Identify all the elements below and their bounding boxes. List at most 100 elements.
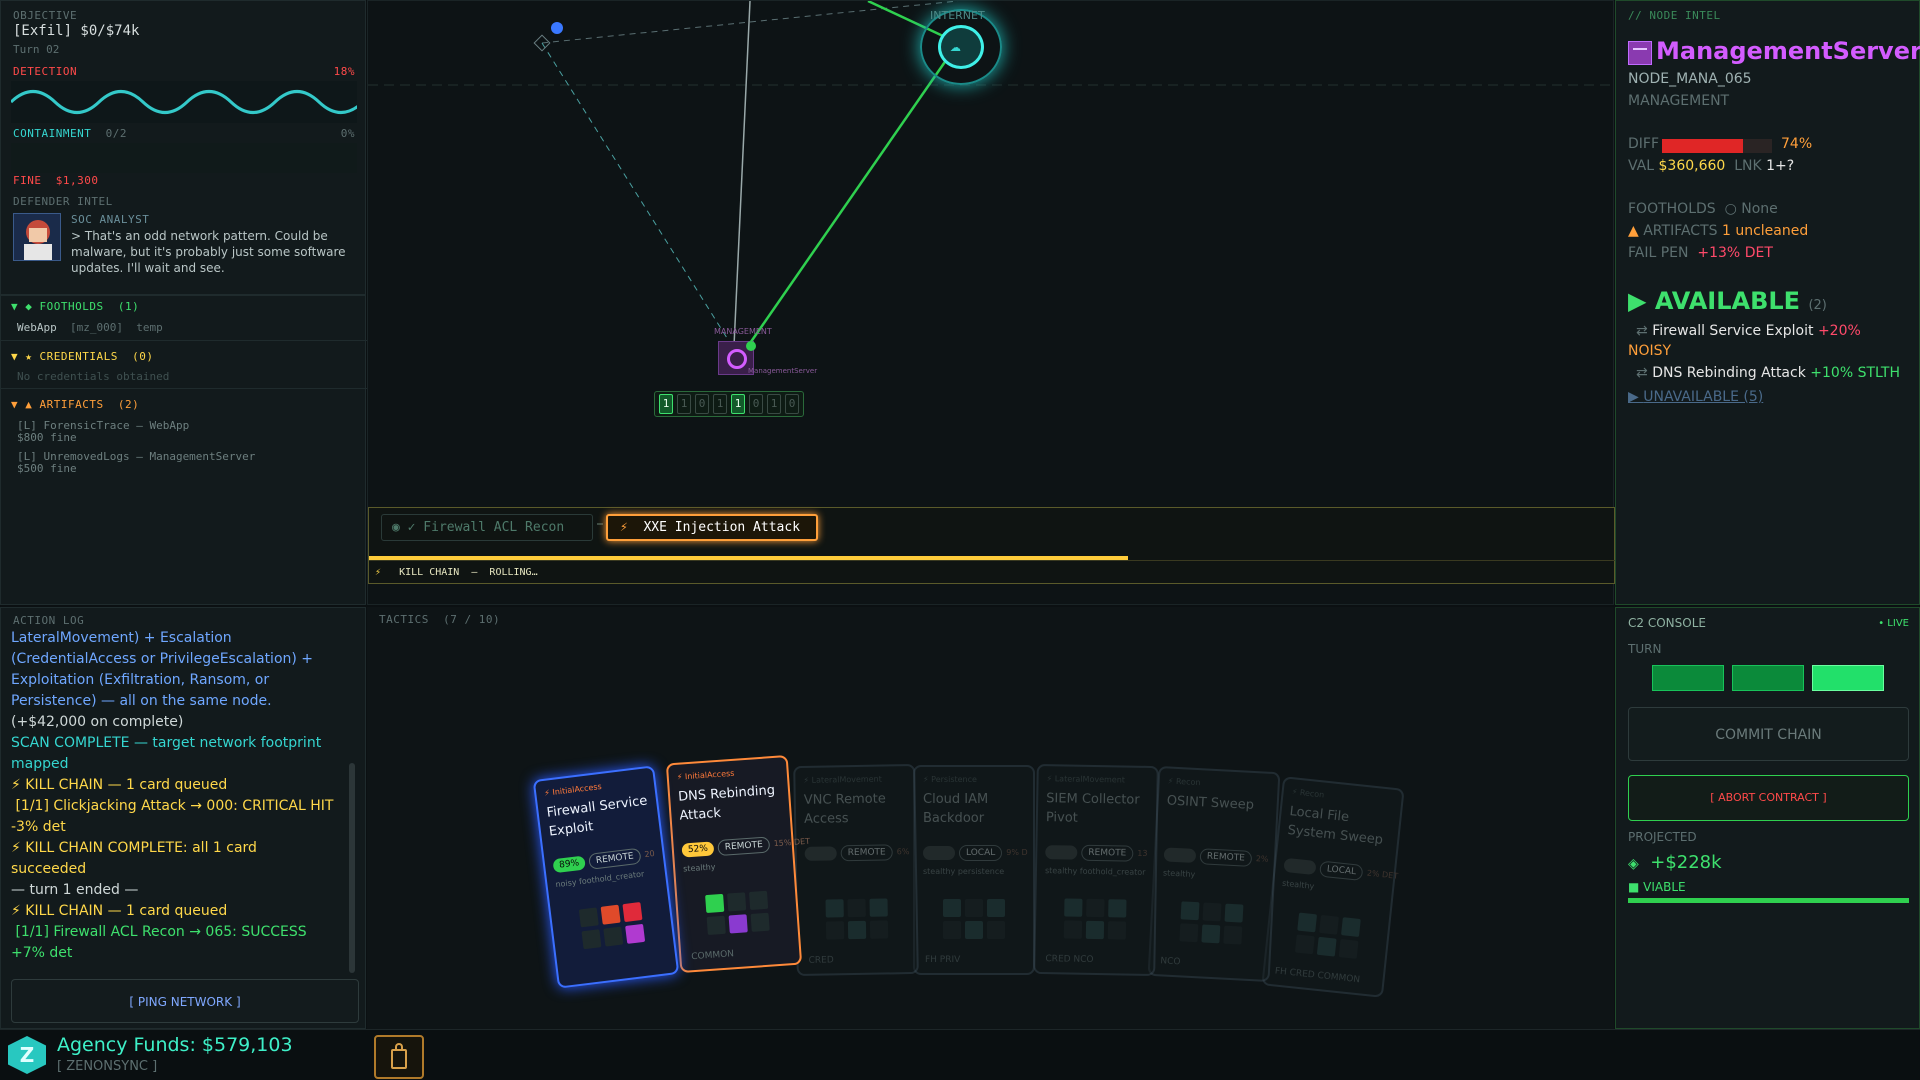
available-header[interactable]: ▶ AVAILABLE (2): [1628, 287, 1827, 315]
foothold-marker-icon: [746, 341, 756, 351]
cipher-bit[interactable]: 1: [659, 394, 673, 414]
agency-name: [ ZENONSYNC ]: [57, 1059, 158, 1074]
log-line: (CredentialAccess or PrivilegeEscalation…: [11, 651, 314, 667]
containment-label: CONTAINMENT 0/2: [13, 127, 127, 140]
lightning-icon: ⚡: [375, 567, 382, 578]
log-line: ⚡ KILL CHAIN — 1 card queued: [11, 903, 228, 919]
action-log-panel: ACTION LOG LateralMovement) + Escalation…: [0, 607, 366, 1029]
cloud-icon: ☁: [950, 35, 961, 56]
live-indicator: • LIVE: [1878, 618, 1909, 629]
unavailable-toggle[interactable]: ▶ UNAVAILABLE (5): [1628, 389, 1763, 405]
agency-funds: Agency Funds: $579,103: [57, 1034, 293, 1056]
log-scrollbar[interactable]: [349, 763, 355, 973]
cipher-bit[interactable]: 1: [731, 394, 745, 414]
viability-bar: [1628, 898, 1909, 903]
network-map[interactable]: ☁ INTERNET MANAGEMENT ManagementServer 1…: [367, 0, 1616, 605]
footholds-header[interactable]: ▼ ◆ FOOTHOLDS (1): [11, 300, 139, 313]
card-mode: REMOTE: [1081, 844, 1134, 862]
internet-label: INTERNET: [930, 9, 985, 22]
card-grid: [705, 890, 770, 935]
inventory-button[interactable]: [374, 1035, 424, 1079]
tactic-card[interactable]: ⚡ LateralMovement VNC Remote Access 00% REM…: [793, 763, 919, 977]
artifacts-header[interactable]: ▼ ▲ ARTIFACTS (2): [11, 398, 139, 411]
soc-analyst-avatar: [13, 213, 61, 261]
success-chance: 89%: [552, 855, 586, 874]
detection-wave: [11, 81, 357, 123]
server-icon: [1628, 41, 1652, 65]
tactic-card[interactable]: ⚡ InitialAccess DNS Rebinding Attack 52% RE…: [665, 755, 810, 973]
diff-bar: [1662, 139, 1772, 153]
cipher-bit[interactable]: 0: [785, 394, 799, 414]
card-tags: stealthy foothold_creator: [1044, 866, 1146, 877]
play-icon: ▶: [1628, 287, 1647, 315]
turn-label: TURN: [1628, 642, 1662, 656]
cipher-bit[interactable]: 0: [749, 394, 763, 414]
internet-node[interactable]: ☁ INTERNET: [920, 9, 1002, 85]
management-node[interactable]: MANAGEMENT ManagementServer: [708, 327, 828, 381]
card-det: 2% DET: [1366, 868, 1399, 881]
foothold-item[interactable]: WebApp [mz_000] temp: [17, 321, 163, 334]
artifact-item[interactable]: [L] ForensicTrace — WebApp $800 fine: [17, 420, 189, 444]
objective-goal: [Exfil] $0/$74k: [13, 23, 140, 39]
card-det: 9% D: [1006, 848, 1028, 857]
log-line: SCAN COMPLETE — target network footprint: [11, 735, 322, 751]
tactic-card[interactable]: ⚡ InitialAccess Firewall Service Exploit 8…: [532, 765, 680, 989]
log-line: [1/1] Firewall ACL Recon → 065: SUCCESS: [11, 924, 307, 940]
cipher-bit[interactable]: 1: [767, 394, 781, 414]
available-item[interactable]: ⇄ Firewall Service Exploit +20%: [1636, 323, 1861, 339]
objective-label: OBJECTIVE: [13, 9, 78, 22]
card-mode: REMOTE: [1199, 848, 1253, 867]
cipher-bit[interactable]: 1: [713, 394, 727, 414]
turn-segment-current: [1812, 665, 1884, 691]
noisy-tag: NOISY: [1628, 343, 1672, 359]
card-footer: COMMON: [691, 949, 735, 963]
card-tags: stealthy: [1162, 868, 1196, 880]
cipher-bits[interactable]: 11011010: [654, 391, 804, 417]
diff-label: DIFF: [1628, 136, 1660, 152]
card-category: ⚡ Recon: [1167, 776, 1201, 788]
projected-value: ◈ +$228k: [1628, 852, 1722, 873]
val-row: VAL $360,660 LNK 1+?: [1628, 158, 1795, 174]
card-category: ⚡ Persistence: [923, 775, 977, 784]
footholds-row: FOOTHOLDS ○ None: [1628, 201, 1778, 217]
containment-bar: [11, 143, 357, 173]
artifacts-row: ▲ ARTIFACTS 1 uncleaned: [1628, 223, 1809, 239]
available-item[interactable]: ⇄ DNS Rebinding Attack +10% STLTH: [1636, 365, 1900, 381]
abort-contract-button[interactable]: [ ABORT CONTRACT ]: [1628, 775, 1909, 821]
intel-list-panel: ▼ ◆ FOOTHOLDS (1) WebApp [mz_000] temp ▼…: [0, 295, 367, 605]
cipher-bit[interactable]: 1: [677, 394, 691, 414]
defender-role: SOC ANALYST: [71, 213, 150, 226]
queue-item-done[interactable]: ◉ ✓ Firewall ACL Recon: [381, 514, 593, 541]
card-title: VNC Remote Access: [803, 791, 886, 827]
diff-pct: 74%: [1781, 136, 1813, 152]
zenonsync-logo-icon: Z: [8, 1036, 46, 1074]
commit-chain-button[interactable]: COMMIT CHAIN: [1628, 707, 1909, 761]
card-grid: [1179, 901, 1244, 945]
artifact-item[interactable]: [L] UnremovedLogs — ManagementServer $500…: [17, 451, 255, 475]
cipher-bit[interactable]: 0: [695, 394, 709, 414]
card-title: Firewall Service Exploit: [545, 793, 649, 840]
credentials-header[interactable]: ▼ ★ CREDENTIALS (0): [11, 350, 153, 363]
action-log-label: ACTION LOG: [13, 614, 85, 627]
node-type: MANAGEMENT: [1628, 93, 1730, 109]
tactic-card[interactable]: ⚡ Persistence Cloud IAM Backdoor 00% LOCAL 9…: [913, 765, 1035, 975]
card-footer: FH CRED COMMON: [1274, 966, 1361, 986]
success-chance: 52%: [681, 841, 715, 858]
node-blue-marker[interactable]: [551, 22, 563, 34]
queue-item-active[interactable]: ⚡ XXE Injection Attack: [606, 514, 818, 541]
tactic-card[interactable]: ⚡ Recon Local File System Sweep 00% LOCAL 2%…: [1261, 776, 1405, 998]
defender-intel-label: DEFENDER INTEL: [13, 195, 113, 208]
ping-network-button[interactable]: [ PING NETWORK ]: [11, 979, 359, 1023]
card-footer: CRED NCO: [1045, 954, 1094, 965]
log-line: Exploitation (Exfiltration, Ransom, or: [11, 672, 270, 688]
detection-pct: 18%: [333, 65, 355, 78]
failpen-row: FAIL PEN +13% DET: [1628, 245, 1773, 261]
diamond-icon: ◈: [1628, 856, 1639, 872]
tactic-card[interactable]: ⚡ LateralMovement SIEM Collector Pivot 00%…: [1033, 763, 1159, 977]
card-mode: LOCAL: [1319, 860, 1364, 882]
action-log-lines: LateralMovement) + Escalation (Credential…: [11, 628, 341, 990]
card-det: 13: [1137, 848, 1148, 858]
tactic-card[interactable]: ⚡ Recon OSINT Sweep 00% REMOTE 2% stealthy NCO: [1147, 765, 1281, 983]
c2-label: C2 CONSOLE: [1628, 616, 1706, 630]
card-tags: stealthy: [682, 862, 716, 874]
